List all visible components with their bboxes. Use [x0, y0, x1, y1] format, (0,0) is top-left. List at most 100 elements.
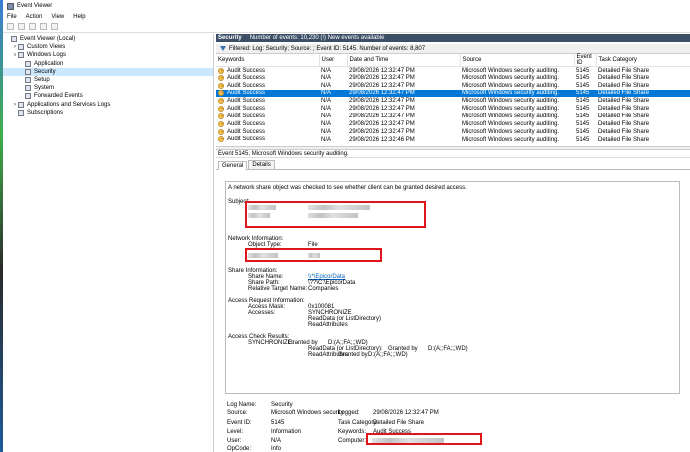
- cell-source: Microsoft Windows security auditing.: [462, 128, 560, 135]
- audit-key-icon: [218, 105, 224, 112]
- event-row[interactable]: Audit Success N/A 29/08/2026 12:32:47 PM Mi…: [216, 128, 690, 136]
- properties-icon[interactable]: [40, 23, 47, 30]
- cell-user: N/A: [321, 128, 332, 135]
- back-icon[interactable]: [7, 23, 14, 30]
- event-row[interactable]: Audit Success N/A 29/08/2026 12:32:47 PM Mi…: [216, 89, 690, 98]
- tab-details[interactable]: Details: [248, 160, 275, 170]
- cell-user: N/A: [321, 121, 332, 128]
- cell-keywords: Audit Success: [216, 74, 319, 82]
- cell-keywords: Audit Success: [216, 97, 319, 105]
- tree-item-label: Event Viewer (Local): [20, 36, 76, 43]
- forward-icon[interactable]: [18, 23, 25, 30]
- log-folder-icon: [18, 101, 24, 108]
- cell-user: N/A: [321, 136, 332, 143]
- event-row[interactable]: Audit Success N/A 29/08/2026 12:32:46 PM Mi…: [216, 136, 690, 144]
- cell-user: N/A: [321, 82, 332, 89]
- keywords-text: Audit Success: [227, 82, 266, 89]
- cell-task-category: Detailed File Share: [598, 113, 650, 120]
- menu-view[interactable]: View: [51, 14, 64, 20]
- cell-date: 29/08/2026 12:32:47 PM: [349, 121, 415, 128]
- menu-action[interactable]: Action: [26, 14, 43, 20]
- cell-keywords: Audit Success: [216, 113, 319, 121]
- cell-date: 29/08/2026 12:32:47 PM: [349, 128, 415, 135]
- cell-date: 29/08/2026 12:32:47 PM: [349, 105, 415, 112]
- tree-item-label: Application: [34, 60, 64, 67]
- event-row[interactable]: Audit Success N/A 29/08/2026 12:32:47 PM Mi…: [216, 120, 690, 128]
- help-icon[interactable]: [51, 23, 58, 30]
- log-folder-icon: [25, 68, 31, 75]
- cell-date: 29/08/2026 12:32:47 PM: [349, 67, 415, 74]
- cell-keywords: Audit Success: [216, 136, 319, 144]
- redaction-highlight-box: [366, 433, 482, 445]
- cell-task-category: Detailed File Share: [598, 121, 650, 128]
- event-viewer-icon: [7, 2, 14, 10]
- event-row[interactable]: Audit Success N/A 29/08/2026 12:32:47 PM Mi…: [216, 67, 690, 75]
- column-date[interactable]: Date and Time: [347, 54, 461, 67]
- up-icon[interactable]: [29, 23, 36, 30]
- menu-help[interactable]: Help: [73, 14, 85, 20]
- level-value: Information: [271, 429, 302, 435]
- audit-key-icon: [218, 98, 224, 105]
- detail-tabs: General Details: [216, 160, 690, 171]
- event-row[interactable]: Audit Success N/A 29/08/2026 12:32:47 PM Mi…: [216, 74, 690, 82]
- task-category-value: Detailed File Share: [373, 420, 425, 426]
- tree-item[interactable]: Setup: [3, 76, 213, 84]
- cell-user: N/A: [321, 75, 332, 82]
- title-bar: Event Viewer: [3, 0, 690, 12]
- tree-item[interactable]: > Applications and Services Logs: [3, 101, 213, 109]
- check-right: SYNCHRONIZE:: [248, 340, 294, 346]
- tree-item[interactable]: > Custom Views: [3, 43, 213, 51]
- column-source[interactable]: Source: [460, 54, 575, 67]
- column-task-category[interactable]: Task Category: [596, 54, 690, 67]
- tree-item-label: Windows Logs: [27, 52, 67, 59]
- log-folder-icon: [18, 109, 24, 116]
- cell-source: Microsoft Windows security auditing.: [462, 113, 560, 120]
- menu-file[interactable]: File: [7, 14, 17, 20]
- cell-task-category: Detailed File Share: [598, 67, 650, 74]
- user-value: N/A: [271, 438, 282, 444]
- tree-item[interactable]: Forwarded Events: [3, 92, 213, 100]
- cell-task-category: Detailed File Share: [598, 98, 650, 105]
- log-folder-icon: [18, 52, 24, 59]
- audit-key-icon: [218, 136, 224, 143]
- access-item: ReadAttributes: [308, 322, 348, 328]
- cell-date: 29/08/2026 12:32:47 PM: [347, 89, 460, 98]
- relative-target-value: Companies: [308, 286, 339, 292]
- tree-item[interactable]: System: [3, 84, 213, 92]
- logged-value: 29/08/2026 12:32:47 PM: [373, 410, 439, 416]
- keywords-label: Keywords:: [338, 429, 367, 435]
- cell-date: 29/08/2026 12:32:46 PM: [349, 136, 415, 143]
- logged-label: Logged:: [338, 410, 360, 416]
- tree-item[interactable]: Event Viewer (Local): [3, 35, 213, 43]
- cell-date: 29/08/2026 12:32:47 PM: [349, 113, 415, 120]
- source-label: Source:: [227, 410, 248, 416]
- cell-event-id: 5145: [576, 105, 590, 112]
- tree-item[interactable]: Subscriptions: [3, 109, 213, 117]
- tree-item-label: Custom Views: [27, 44, 66, 51]
- event-detail-pane: A network share object was checked to se…: [225, 181, 680, 394]
- keywords-text: Audit Success: [227, 98, 266, 105]
- cell-source: Microsoft Windows security auditing.: [462, 136, 560, 143]
- audit-key-icon: [218, 128, 224, 135]
- event-row[interactable]: Audit Success N/A 29/08/2026 12:32:47 PM Mi…: [216, 97, 690, 105]
- keywords-text: Audit Success: [227, 67, 266, 74]
- tree-item-label: Forwarded Events: [34, 93, 83, 100]
- tree-item-label: System: [34, 85, 55, 92]
- detail-title: Event 5145, Microsoft Windows security a…: [216, 150, 690, 159]
- tree-item[interactable]: v Windows Logs: [3, 51, 213, 59]
- tree-item[interactable]: Security: [3, 67, 213, 76]
- column-keywords[interactable]: Keywords: [216, 54, 320, 67]
- log-folder-icon: [18, 44, 24, 51]
- event-row[interactable]: Audit Success N/A 29/08/2026 12:32:47 PM Mi…: [216, 113, 690, 121]
- tree-item[interactable]: Application: [3, 60, 213, 68]
- tab-general[interactable]: General: [218, 161, 248, 171]
- computer-label: Computer:: [338, 438, 367, 444]
- cell-task-category: Detailed File Share: [598, 75, 650, 82]
- event-id-label: Event ID:: [227, 420, 252, 426]
- event-row[interactable]: Audit Success N/A 29/08/2026 12:32:47 PM Mi…: [216, 82, 690, 90]
- event-row[interactable]: Audit Success N/A 29/08/2026 12:32:47 PM Mi…: [216, 105, 690, 113]
- cell-keywords: Audit Success: [216, 67, 319, 75]
- filter-icon: [220, 46, 226, 51]
- column-user[interactable]: User: [319, 54, 348, 67]
- column-event-id[interactable]: Event ID: [574, 54, 597, 67]
